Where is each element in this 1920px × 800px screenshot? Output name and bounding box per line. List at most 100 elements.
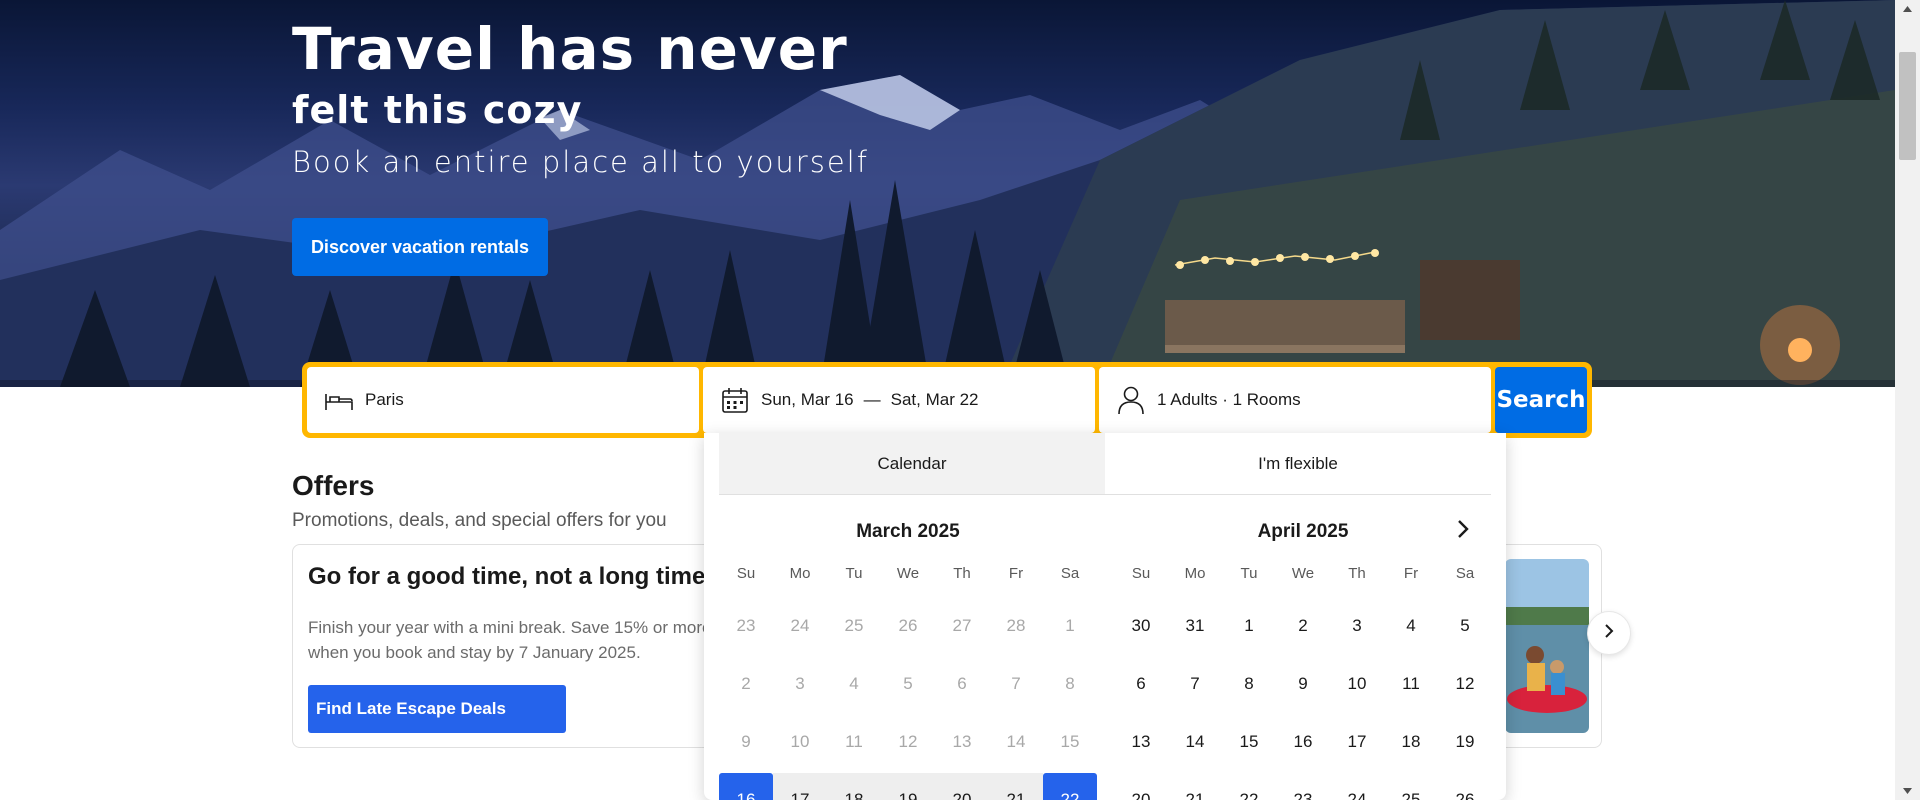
offers-next-button[interactable] — [1587, 611, 1631, 655]
calendar-day[interactable]: 15 — [1222, 715, 1276, 769]
find-late-escape-deals-button[interactable]: Find Late Escape Deals — [308, 685, 566, 733]
calendar-day[interactable]: 18 — [1384, 715, 1438, 769]
calendar-day: 28 — [1006, 616, 1026, 635]
calendar-day[interactable]: 25 — [1384, 773, 1438, 800]
calendar-week: 2 3 4 5 6 7 8 — [719, 657, 1097, 715]
calendar-day[interactable]: 7 — [1168, 657, 1222, 711]
calendar-day: 3 — [795, 674, 805, 693]
weekday-label: Su — [736, 565, 756, 582]
calendar-day[interactable]: 11 — [1384, 657, 1438, 711]
calendar-day[interactable]: 23 — [1276, 773, 1330, 800]
weekday-label: Sa — [1060, 565, 1080, 582]
calendar-day[interactable]: 19 — [1438, 715, 1492, 769]
weekday-label: Fr — [1008, 565, 1024, 582]
calendar-day: 7 — [1011, 674, 1021, 693]
weekday-label: Mo — [789, 565, 811, 582]
dates-field[interactable]: Sun, Mar 16 — Sat, Mar 22 — [703, 367, 1095, 433]
calendar-week: 30 31 1 2 3 4 5 — [1114, 599, 1492, 657]
date-separator: — — [863, 390, 881, 409]
weekday-label: Mo — [1184, 565, 1206, 582]
weekday-label: We — [896, 565, 920, 582]
next-month-button[interactable] — [1445, 513, 1481, 549]
search-bar: Paris Sun, Mar 16 — Sat, Mar 22 1 Adults… — [302, 362, 1592, 438]
calendar-day[interactable]: 30 — [1114, 599, 1168, 653]
calendar-week: 16 17 18 19 20 21 22 — [719, 773, 1097, 800]
calendar-day[interactable]: 16 — [1276, 715, 1330, 769]
hero-tagline: Book an entire place all to yourself — [292, 145, 869, 179]
calendar-day: 12 — [898, 732, 918, 751]
check-out-value: Sat, Mar 22 — [890, 390, 979, 409]
guests-field[interactable]: 1 Adults · 1 Rooms — [1099, 367, 1491, 433]
calendar-day[interactable]: 6 — [1114, 657, 1168, 711]
calendar-day[interactable]: 9 — [1276, 657, 1330, 711]
offer-heading: Go for a good time, not a long time — [308, 563, 706, 590]
date-picker-popup: Calendar I'm flexible March 2025 Su Mo Tu W… — [704, 433, 1506, 800]
calendar-day[interactable]: 10 — [1330, 657, 1384, 711]
tab-im-flexible[interactable]: I'm flexible — [1105, 433, 1491, 494]
calendar-day[interactable]: 22 — [1222, 773, 1276, 800]
calendar-day: 26 — [898, 616, 918, 635]
guests-value: 1 Adults · 1 Rooms — [1157, 390, 1301, 409]
calendar-day[interactable]: 4 — [1384, 599, 1438, 653]
calendar-day[interactable]: 21 — [989, 773, 1043, 800]
offer-image — [1505, 559, 1589, 733]
calendar-week: 9 10 11 12 13 14 15 — [719, 715, 1097, 773]
scroll-up-arrow-icon[interactable] — [1895, 0, 1920, 18]
calendar-day: 2 — [741, 674, 751, 693]
scrollbar-thumb[interactable] — [1899, 52, 1916, 160]
discover-vacation-rentals-button[interactable]: Discover vacation rentals — [292, 218, 548, 276]
calendar-day: 5 — [903, 674, 913, 693]
weekday-header: Su Mo Tu We Th Fr Sa — [719, 559, 1097, 589]
weekday-label: Tu — [1240, 565, 1258, 582]
calendar-day-selected[interactable]: 16 — [719, 773, 773, 800]
destination-field[interactable]: Paris — [307, 367, 699, 433]
destination-value: Paris — [365, 390, 404, 409]
calendar-day[interactable]: 19 — [881, 773, 935, 800]
weekday-label: We — [1291, 565, 1315, 582]
page-scrollbar[interactable] — [1895, 0, 1920, 800]
calendar-day: 10 — [790, 732, 810, 751]
calendar-day[interactable]: 1 — [1222, 599, 1276, 653]
calendar-day[interactable]: 20 — [935, 773, 989, 800]
weekday-header: Su Mo Tu We Th Fr Sa — [1114, 559, 1492, 589]
calendar-day-selected[interactable]: 22 — [1043, 773, 1097, 800]
hero-title: Travel has never — [292, 15, 848, 83]
calendar-week: 6 7 8 9 10 11 12 — [1114, 657, 1492, 715]
offers-subtitle: Promotions, deals, and special offers fo… — [292, 510, 667, 531]
calendar-day: 15 — [1060, 732, 1080, 751]
scroll-down-arrow-icon[interactable] — [1895, 782, 1920, 800]
calendar-day[interactable]: 8 — [1222, 657, 1276, 711]
calendar-day[interactable]: 17 — [1330, 715, 1384, 769]
calendar-day: 13 — [952, 732, 972, 751]
weekday-label: Tu — [845, 565, 863, 582]
calendar-day[interactable]: 18 — [827, 773, 881, 800]
month-grid: 23 24 25 26 27 28 1 2 3 4 5 6 7 8 9 10 11 12 13 14 15 16 17 18 1… — [719, 599, 1097, 800]
calendar-day[interactable]: 21 — [1168, 773, 1222, 800]
chevron-right-icon — [1602, 623, 1616, 643]
calendar-day[interactable]: 24 — [1330, 773, 1384, 800]
calendar-day: 14 — [1006, 732, 1026, 751]
calendar-day[interactable]: 13 — [1114, 715, 1168, 769]
calendar-day[interactable]: 12 — [1438, 657, 1492, 711]
hero-banner: Travel has never felt this cozy Book an … — [0, 0, 1895, 387]
calendar-day: 24 — [790, 616, 810, 635]
calendar-day[interactable]: 5 — [1438, 599, 1492, 653]
search-button[interactable]: Search — [1495, 367, 1587, 433]
calendar-day[interactable]: 2 — [1276, 599, 1330, 653]
calendar-day[interactable]: 20 — [1114, 773, 1168, 800]
chevron-right-icon — [1456, 519, 1470, 543]
hero-subtitle: felt this cozy — [292, 88, 583, 132]
calendar-day[interactable]: 14 — [1168, 715, 1222, 769]
calendar-day: 23 — [736, 616, 756, 635]
calendar-day[interactable]: 3 — [1330, 599, 1384, 653]
calendar-day[interactable]: 31 — [1168, 599, 1222, 653]
month-march: March 2025 Su Mo Tu We Th Fr Sa 23 24 25 26 27 28 1 2… — [719, 517, 1097, 800]
calendar-day: 8 — [1065, 674, 1075, 693]
calendar-week: 13 14 15 16 17 18 19 — [1114, 715, 1492, 773]
calendar-day: 1 — [1065, 616, 1075, 635]
calendar-day[interactable]: 26 — [1438, 773, 1492, 800]
calendar-day[interactable]: 17 — [773, 773, 827, 800]
offer-text: Finish your year with a mini break. Save… — [308, 618, 712, 662]
offers-title: Offers — [292, 470, 375, 501]
tab-calendar[interactable]: Calendar — [719, 433, 1105, 494]
